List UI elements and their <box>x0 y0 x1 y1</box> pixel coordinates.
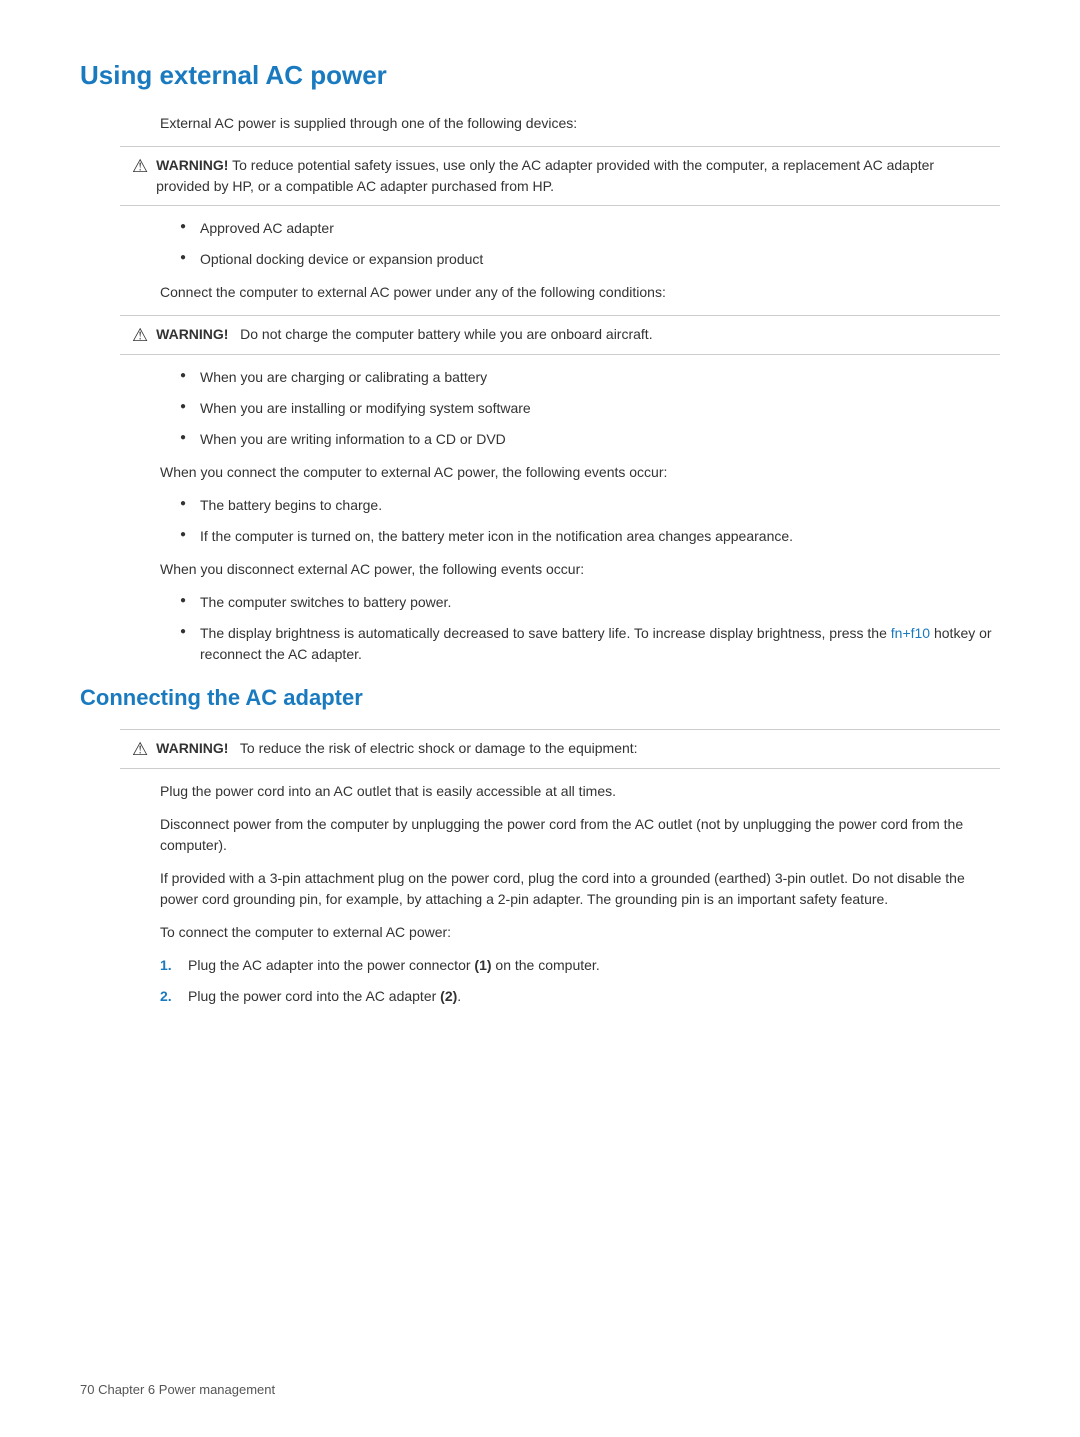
section2-title: Connecting the AC adapter <box>80 685 1000 715</box>
ordered-steps: 1. Plug the AC adapter into the power co… <box>160 955 1000 1007</box>
section1-intro: External AC power is supplied through on… <box>160 113 1000 134</box>
step-text-1: Plug the AC adapter into the power conne… <box>188 955 600 976</box>
step-num-1: 1. <box>160 955 180 976</box>
warning-content-2: Do not charge the computer battery while… <box>240 326 652 342</box>
brightness-text-prefix: The display brightness is automatically … <box>200 625 891 641</box>
list-item: When you are charging or calibrating a b… <box>180 367 1000 388</box>
warning-box-3: ⚠ WARNING! To reduce the risk of electri… <box>120 729 1000 769</box>
list-item: The display brightness is automatically … <box>180 623 1000 665</box>
list-item: If the computer is turned on, the batter… <box>180 526 1000 547</box>
list-item: Approved AC adapter <box>180 218 1000 239</box>
warning-text-3: WARNING! To reduce the risk of electric … <box>156 738 988 759</box>
step-1: 1. Plug the AC adapter into the power co… <box>160 955 1000 976</box>
warning-content-1: To reduce potential safety issues, use o… <box>156 157 934 194</box>
bullet-list-2: When you are charging or calibrating a b… <box>180 367 1000 450</box>
warning-box-1: ⚠ WARNING! To reduce potential safety is… <box>120 146 1000 206</box>
warning-icon-2: ⚠ <box>132 325 148 346</box>
disconnect-intro: When you disconnect external AC power, t… <box>160 559 1000 580</box>
warning-label-1: WARNING! <box>156 157 228 173</box>
list-item: The computer switches to battery power. <box>180 592 1000 613</box>
warning-label-3: WARNING! <box>156 740 228 756</box>
warning-text-1: WARNING! To reduce potential safety issu… <box>156 155 988 197</box>
bullet-list-3: The battery begins to charge. If the com… <box>180 495 1000 547</box>
section2-para3: If provided with a 3-pin attachment plug… <box>160 868 1000 910</box>
warning-label-2: WARNING! <box>156 326 228 342</box>
bullet-list-1: Approved AC adapter Optional docking dev… <box>180 218 1000 270</box>
bullet-list-4: The computer switches to battery power. … <box>180 592 1000 665</box>
warning-icon-3: ⚠ <box>132 739 148 760</box>
fn-f10-link: fn+f10 <box>891 625 930 641</box>
section2-connect-intro: To connect the computer to external AC p… <box>160 922 1000 943</box>
step-num-2: 2. <box>160 986 180 1007</box>
step-text-2: Plug the power cord into the AC adapter … <box>188 986 461 1007</box>
list-item: When you are installing or modifying sys… <box>180 398 1000 419</box>
warning-content-3: To reduce the risk of electric shock or … <box>240 740 638 756</box>
conditions-intro: Connect the computer to external AC powe… <box>160 282 1000 303</box>
section2-para1: Plug the power cord into an AC outlet th… <box>160 781 1000 802</box>
list-item: When you are writing information to a CD… <box>180 429 1000 450</box>
page-container: Using external AC power External AC powe… <box>0 0 1080 1099</box>
connect-intro: When you connect the computer to externa… <box>160 462 1000 483</box>
step-2: 2. Plug the power cord into the AC adapt… <box>160 986 1000 1007</box>
list-item: The battery begins to charge. <box>180 495 1000 516</box>
footer: 70 Chapter 6 Power management <box>80 1382 275 1397</box>
warning-icon-1: ⚠ <box>132 156 148 177</box>
warning-box-2: ⚠ WARNING! Do not charge the computer ba… <box>120 315 1000 355</box>
warning-text-2: WARNING! Do not charge the computer batt… <box>156 324 988 345</box>
list-item: Optional docking device or expansion pro… <box>180 249 1000 270</box>
section1-title: Using external AC power <box>80 60 1000 95</box>
section2-para2: Disconnect power from the computer by un… <box>160 814 1000 856</box>
